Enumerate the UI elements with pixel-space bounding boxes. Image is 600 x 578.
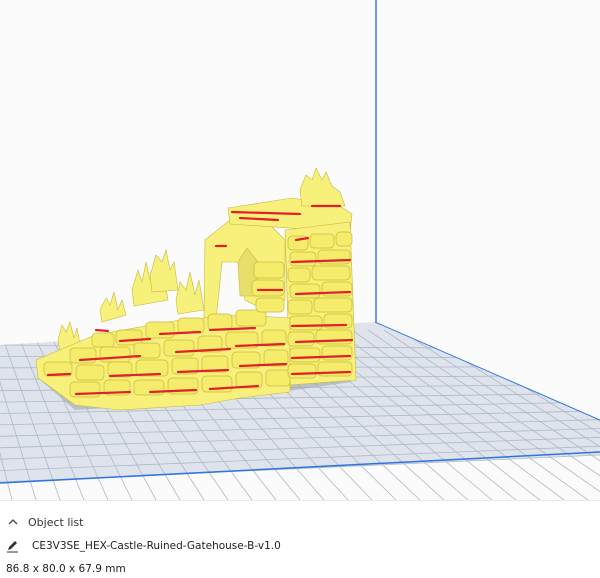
- chevron-up-icon: [8, 519, 18, 525]
- slicer-window: Object list CE3V3SE_HEX-Castle-Ruined-Ga…: [0, 0, 600, 578]
- object-list-item[interactable]: CE3V3SE_HEX-Castle-Ruined-Gatehouse-B-v1…: [6, 539, 281, 553]
- object-dimensions: 86.8 x 80.0 x 67.9 mm: [6, 563, 126, 575]
- object-list-toggle[interactable]: Object list: [6, 515, 83, 529]
- object-name: CE3V3SE_HEX-Castle-Ruined-Gatehouse-B-v1…: [32, 540, 281, 552]
- object-list-title: Object list: [28, 515, 84, 529]
- scene: [0, 0, 600, 500]
- 3d-viewport[interactable]: [0, 0, 600, 500]
- object-list-panel: Object list CE3V3SE_HEX-Castle-Ruined-Ga…: [0, 500, 600, 578]
- pencil-icon[interactable]: [6, 539, 20, 553]
